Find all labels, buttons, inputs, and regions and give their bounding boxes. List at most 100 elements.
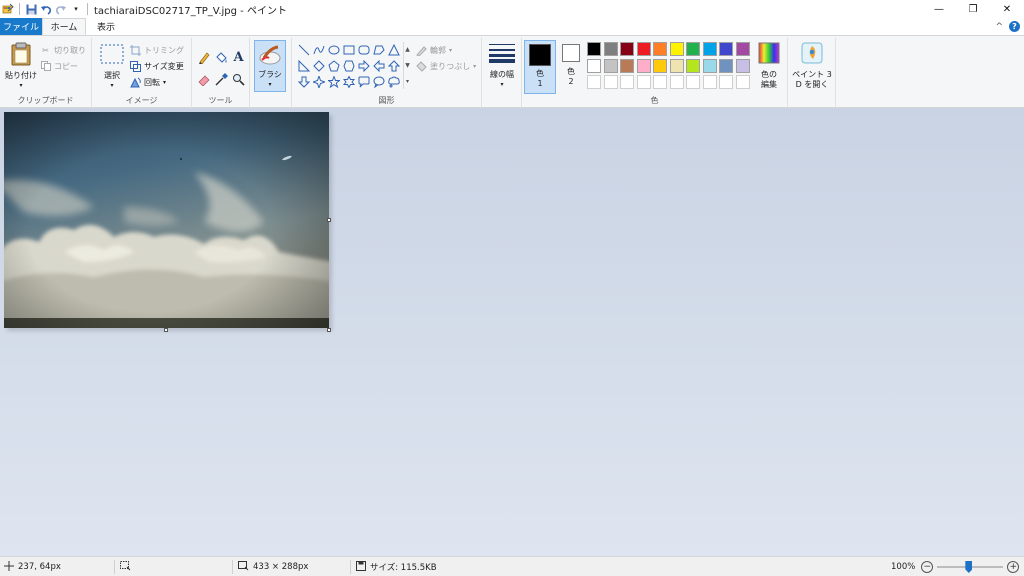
close-button[interactable]: ✕	[990, 0, 1024, 18]
color-swatch[interactable]	[669, 42, 684, 56]
minimize-button[interactable]: —	[922, 0, 956, 18]
color-swatch[interactable]	[702, 42, 717, 56]
expand-gallery-icon[interactable]: ▾	[404, 73, 411, 89]
six-point-star-shape-icon[interactable]	[341, 74, 356, 90]
color-swatch[interactable]	[603, 42, 618, 56]
cut-button[interactable]: ✂ 切り取り	[40, 42, 86, 58]
size-button[interactable]: 線の幅 ▾	[484, 43, 520, 90]
color-swatch[interactable]	[636, 42, 651, 56]
divider	[87, 3, 88, 15]
select-button[interactable]: 選択 ▾	[98, 44, 126, 91]
down-arrow-shape-icon[interactable]	[296, 74, 311, 90]
custom-color-slot[interactable]	[653, 75, 667, 89]
color-swatch[interactable]	[653, 42, 667, 56]
fill-bucket-icon[interactable]	[213, 46, 230, 68]
color-picker-icon[interactable]	[213, 68, 230, 90]
pentagon-shape-icon[interactable]	[326, 58, 341, 74]
shapes-gallery-scroll[interactable]: ▲ ▼ ▾	[403, 42, 411, 89]
color2-button[interactable]: 色 2	[558, 44, 584, 87]
help-icon[interactable]: ?	[1009, 21, 1020, 32]
rectangle-shape-icon[interactable]	[341, 42, 356, 58]
paste-button[interactable]: 貼り付け ▾	[4, 42, 38, 91]
four-point-star-shape-icon[interactable]	[311, 74, 326, 90]
custom-color-slot[interactable]	[620, 75, 634, 89]
line-shape-icon[interactable]	[296, 42, 311, 58]
color-swatch[interactable]	[719, 42, 733, 56]
color-swatch[interactable]	[620, 42, 634, 56]
triangle-shape-icon[interactable]	[386, 42, 401, 58]
copy-button[interactable]: コピー	[40, 58, 86, 74]
zoom-in-button[interactable]: +	[1007, 561, 1020, 573]
color-swatch[interactable]	[686, 58, 700, 73]
zoom-slider-thumb[interactable]	[965, 561, 973, 573]
color-swatch[interactable]	[653, 58, 667, 73]
brush-button[interactable]: ブラシ ▾	[254, 40, 286, 92]
color-swatch[interactable]	[620, 58, 634, 73]
scroll-down-icon[interactable]: ▼	[404, 58, 411, 74]
save-icon[interactable]	[25, 3, 37, 15]
zoom-out-button[interactable]: −	[921, 561, 934, 573]
redo-icon[interactable]	[55, 3, 67, 15]
oval-callout-shape-icon[interactable]	[371, 74, 386, 90]
resize-handle-right[interactable]	[327, 218, 331, 222]
customize-toolbar-icon[interactable]: ▾	[70, 3, 82, 15]
diamond-shape-icon[interactable]	[311, 58, 326, 74]
custom-color-slot[interactable]	[587, 75, 601, 89]
resize-handle-corner[interactable]	[327, 328, 331, 332]
color-swatch[interactable]	[669, 58, 684, 73]
custom-color-slot[interactable]	[669, 75, 684, 89]
outline-button[interactable]: 輪郭 ▾	[416, 42, 476, 58]
left-arrow-shape-icon[interactable]	[371, 58, 386, 74]
five-point-star-shape-icon[interactable]	[326, 74, 341, 90]
cloud-callout-shape-icon[interactable]	[386, 74, 401, 90]
up-arrow-shape-icon[interactable]	[386, 58, 401, 74]
custom-color-slot[interactable]	[603, 75, 618, 89]
rotate-button[interactable]: 回転 ▾	[130, 74, 184, 90]
collapse-ribbon-icon[interactable]: ^	[995, 22, 1003, 32]
color-swatch[interactable]	[735, 58, 750, 73]
scroll-up-icon[interactable]: ▲	[404, 42, 411, 58]
resize-handle-bottom[interactable]	[164, 328, 168, 332]
color-swatch[interactable]	[735, 42, 750, 56]
color-swatch[interactable]	[636, 58, 651, 73]
paint-app-icon[interactable]	[2, 3, 14, 15]
right-arrow-shape-icon[interactable]	[356, 58, 371, 74]
restore-button[interactable]: ❐	[956, 0, 990, 18]
right-triangle-shape-icon[interactable]	[296, 58, 311, 74]
tab-view[interactable]: 表示	[86, 18, 126, 35]
eraser-icon[interactable]	[196, 68, 213, 90]
open-paint3d-button[interactable]: ペイント 3 D を開く	[790, 42, 834, 90]
oval-shape-icon[interactable]	[326, 42, 341, 58]
color-swatch[interactable]	[686, 42, 700, 56]
custom-color-slot[interactable]	[686, 75, 700, 89]
rounded-callout-shape-icon[interactable]	[356, 74, 371, 90]
text-icon[interactable]: A	[230, 46, 247, 68]
rounded-rectangle-shape-icon[interactable]	[356, 42, 371, 58]
canvas-image[interactable]	[4, 112, 329, 328]
shape-style-buttons: 輪郭 ▾ 塗りつぶし ▾	[416, 42, 476, 74]
color1-button[interactable]: 色 1	[524, 40, 556, 94]
color-swatch[interactable]	[702, 58, 717, 73]
color-swatch[interactable]	[587, 58, 601, 73]
tab-file[interactable]: ファイル	[0, 18, 42, 35]
color-swatch[interactable]	[719, 58, 733, 73]
edit-colors-button[interactable]: 色の 編集	[754, 42, 784, 90]
color-swatch[interactable]	[603, 58, 618, 73]
curve-shape-icon[interactable]	[311, 42, 326, 58]
custom-color-slot[interactable]	[636, 75, 651, 89]
custom-color-slot[interactable]	[735, 75, 750, 89]
color-swatch[interactable]	[587, 42, 601, 56]
pencil-icon[interactable]	[196, 46, 213, 68]
zoom-slider[interactable]	[937, 561, 1004, 573]
crop-button[interactable]: トリミング	[130, 42, 184, 58]
resize-button[interactable]: サイズ変更	[130, 58, 184, 74]
custom-color-slot[interactable]	[719, 75, 733, 89]
polygon-shape-icon[interactable]	[371, 42, 386, 58]
canvas-workspace[interactable]	[0, 108, 1024, 556]
tab-home[interactable]: ホーム	[42, 18, 86, 35]
undo-icon[interactable]	[40, 3, 52, 15]
hexagon-shape-icon[interactable]	[341, 58, 356, 74]
magnifier-icon[interactable]	[230, 68, 247, 90]
fill-button[interactable]: 塗りつぶし ▾	[416, 58, 476, 74]
custom-color-slot[interactable]	[702, 75, 717, 89]
